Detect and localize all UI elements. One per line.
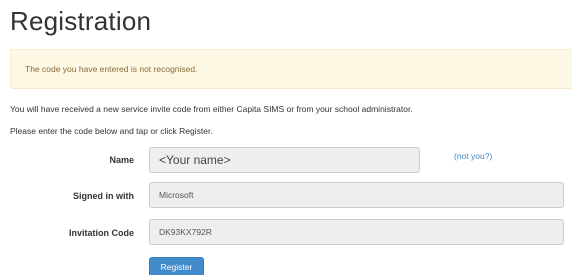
name-field-value: <Your name> [159, 153, 231, 167]
intro-text-line-1: You will have received a new service inv… [10, 104, 413, 114]
signed-in-with-value: Microsoft [159, 190, 194, 200]
not-you-link[interactable]: (not you?) [454, 151, 492, 161]
intro-text-line-2: Please enter the code below and tap or c… [10, 126, 213, 136]
warning-alert: The code you have entered is not recogni… [10, 49, 572, 89]
alert-message: The code you have entered is not recogni… [25, 64, 198, 74]
invitation-code-value: DK93KX792R [159, 227, 212, 237]
signed-in-with-field: Microsoft [149, 182, 564, 208]
registration-page: Registration The code you have entered i… [0, 0, 572, 275]
name-field[interactable]: <Your name> [149, 147, 420, 173]
signed-in-with-label: Signed in with [73, 191, 134, 201]
page-title: Registration [10, 6, 152, 36]
invitation-code-label: Invitation Code [69, 228, 134, 238]
register-button[interactable]: Register [149, 257, 204, 275]
name-label: Name [109, 155, 134, 165]
invitation-code-field[interactable]: DK93KX792R [149, 219, 564, 245]
